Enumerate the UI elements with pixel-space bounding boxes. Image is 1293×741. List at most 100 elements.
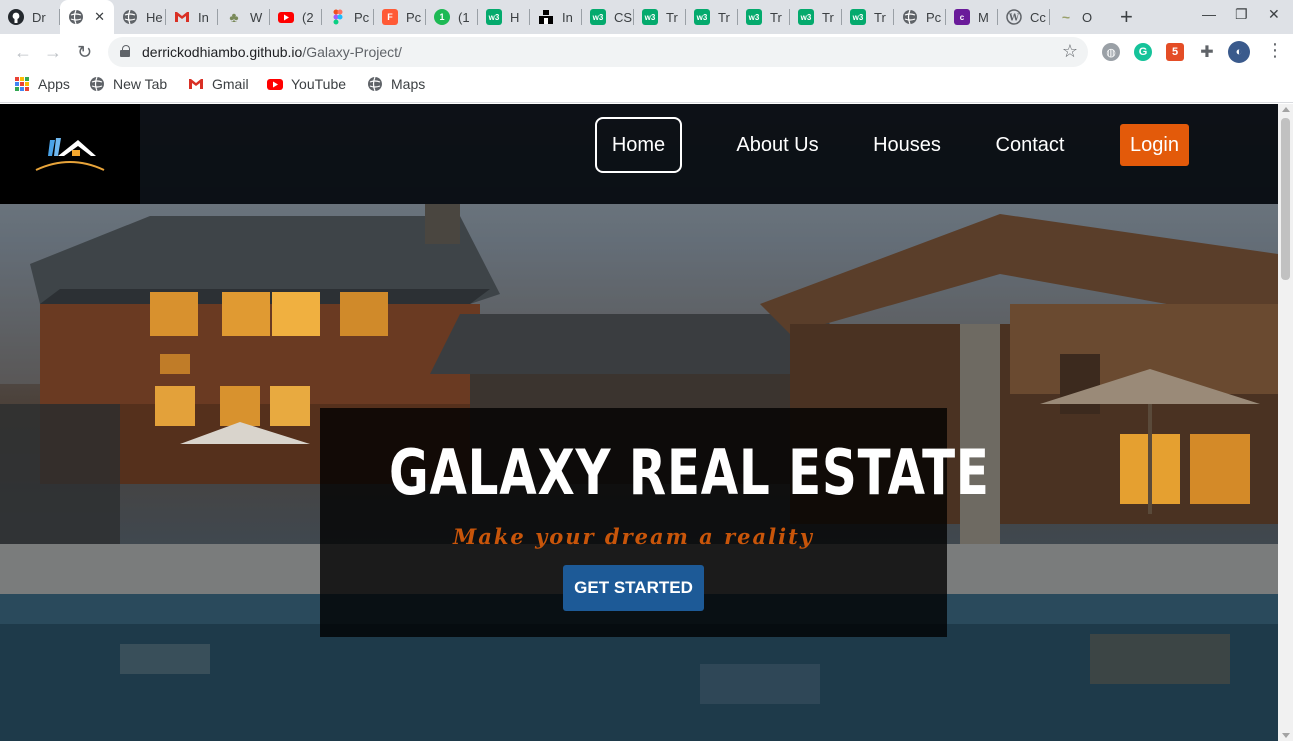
figma-icon: [330, 9, 346, 25]
extension-globe-icon[interactable]: ◍: [1102, 43, 1120, 61]
w3schools-icon: w3: [642, 9, 658, 25]
globe-icon: [89, 76, 105, 92]
tab-6[interactable]: (2: [270, 0, 322, 34]
bookmark-label: Maps: [391, 76, 426, 92]
bookmark-youtube[interactable]: YouTube: [267, 76, 346, 92]
tab-4[interactable]: In: [166, 0, 218, 34]
close-tab-icon[interactable]: ✕: [94, 9, 105, 25]
bookmark-label: Apps: [38, 76, 70, 92]
blocks-icon: [538, 9, 554, 25]
nav-about-us[interactable]: About Us: [728, 117, 827, 173]
reload-icon[interactable]: ↻: [77, 42, 92, 63]
bookmark-maps[interactable]: Maps: [367, 76, 425, 92]
close-window-icon[interactable]: ✕: [1268, 6, 1280, 23]
url-path: /Galaxy-Project/: [302, 44, 402, 60]
tab-title: M: [978, 9, 989, 25]
new-tab-plus-icon[interactable]: +: [1120, 4, 1133, 30]
tab-3[interactable]: He: [114, 0, 166, 34]
lock-icon: [120, 45, 130, 57]
house-logo-icon: [35, 138, 105, 171]
profile-avatar[interactable]: ◐: [1228, 41, 1250, 63]
tab-9[interactable]: 1 (1: [426, 0, 478, 34]
bookmark-star-icon[interactable]: ☆: [1062, 41, 1078, 62]
tab-title: (2: [302, 9, 314, 25]
w3schools-icon: w3: [590, 9, 606, 25]
scroll-up-arrow-icon[interactable]: [1282, 107, 1290, 112]
tab-title: Cc: [1030, 9, 1046, 25]
bookmark-new-tab[interactable]: New Tab: [89, 76, 167, 92]
hero-section: Home About Us Houses Contact Login GALAX…: [0, 104, 1278, 741]
menu-kebab-icon[interactable]: ⋮: [1266, 40, 1284, 61]
tab-title: CS: [614, 9, 633, 25]
apps-icon: [14, 76, 30, 92]
logo[interactable]: [0, 104, 140, 204]
bookmark-label: Gmail: [212, 76, 249, 92]
gmail-icon: [188, 76, 204, 92]
minimize-icon[interactable]: —: [1202, 6, 1216, 22]
bookmark-apps[interactable]: Apps: [14, 76, 70, 92]
w3schools-icon: w3: [850, 9, 866, 25]
f-logo-icon: F: [382, 9, 398, 25]
svg-text:W: W: [1008, 14, 1020, 24]
tab-5[interactable]: ♣ W: [218, 0, 270, 34]
tab-title: Pc: [406, 9, 422, 25]
tab-title: He: [146, 9, 163, 25]
nav-contact[interactable]: Contact: [988, 117, 1072, 173]
tab-7[interactable]: Pc: [322, 0, 374, 34]
tab-title: Pc: [926, 9, 942, 25]
tab-10[interactable]: w3 H: [478, 0, 530, 34]
html5-extension-icon[interactable]: 5: [1166, 43, 1184, 61]
youtube-icon: [278, 9, 294, 25]
tab-17[interactable]: w3 Tr: [842, 0, 894, 34]
nav-houses[interactable]: Houses: [866, 117, 948, 173]
tab-16[interactable]: w3 Tr: [790, 0, 842, 34]
bookmark-label: New Tab: [113, 76, 168, 92]
tab-13[interactable]: w3 Tr: [634, 0, 686, 34]
tab-title: Tr: [718, 9, 730, 25]
tab-14[interactable]: w3 Tr: [686, 0, 738, 34]
bookmarks-bar: Apps New Tab Gmail YouTube Maps: [0, 72, 1293, 103]
tab-title: H: [510, 9, 520, 25]
tab-21[interactable]: ~ O: [1050, 0, 1105, 34]
globe-icon: [122, 9, 138, 25]
forward-arrow-icon[interactable]: →: [44, 42, 62, 63]
hero-card: GALAXY REAL ESTATE Make your dream a rea…: [320, 408, 990, 637]
hero-title: GALAXY REAL ESTATE: [388, 436, 990, 509]
tab-15[interactable]: w3 Tr: [738, 0, 790, 34]
tab-18[interactable]: Pc: [894, 0, 946, 34]
address-bar[interactable]: derrickodhiambo.github.io/Galaxy-Project…: [108, 37, 1088, 67]
w3schools-icon: w3: [694, 9, 710, 25]
tab-title: Tr: [770, 9, 782, 25]
tab-19[interactable]: c M: [946, 0, 998, 34]
tab-title: W: [250, 9, 263, 25]
nav-home[interactable]: Home: [595, 117, 682, 173]
gmail-icon: [174, 9, 190, 25]
page-viewport: Home About Us Houses Contact Login GALAX…: [0, 104, 1278, 741]
tab-title: Tr: [874, 9, 886, 25]
tab-8[interactable]: F Pc: [374, 0, 426, 34]
tab-11[interactable]: In: [530, 0, 582, 34]
tab-20[interactable]: W Cc: [998, 0, 1050, 34]
tab-1[interactable]: Dr: [0, 0, 60, 34]
tab-2-active[interactable]: ✕: [60, 0, 114, 34]
youtube-icon: [267, 76, 283, 92]
tab-title: In: [562, 9, 573, 25]
palm-icon: ♣: [229, 9, 239, 25]
tab-12[interactable]: w3 CS: [582, 0, 634, 34]
bookmark-gmail[interactable]: Gmail: [188, 76, 249, 92]
get-started-button[interactable]: GET STARTED: [563, 565, 704, 611]
login-button[interactable]: Login: [1120, 124, 1189, 166]
globe-icon: [68, 9, 84, 25]
page-scrollbar[interactable]: [1278, 104, 1293, 741]
extensions-puzzle-icon[interactable]: ✚: [1198, 43, 1216, 61]
restore-icon[interactable]: ❐: [1235, 6, 1248, 23]
globe-icon: [902, 9, 918, 25]
back-arrow-icon[interactable]: ←: [14, 42, 32, 63]
url-text[interactable]: derrickodhiambo.github.io/Galaxy-Project…: [142, 44, 402, 60]
scroll-down-arrow-icon[interactable]: [1282, 733, 1290, 738]
scroll-thumb[interactable]: [1281, 118, 1290, 280]
w3schools-icon: w3: [746, 9, 762, 25]
tab-title: Dr: [32, 9, 46, 25]
site-header: Home About Us Houses Contact Login: [0, 104, 1278, 204]
grammarly-icon[interactable]: G: [1134, 43, 1152, 61]
